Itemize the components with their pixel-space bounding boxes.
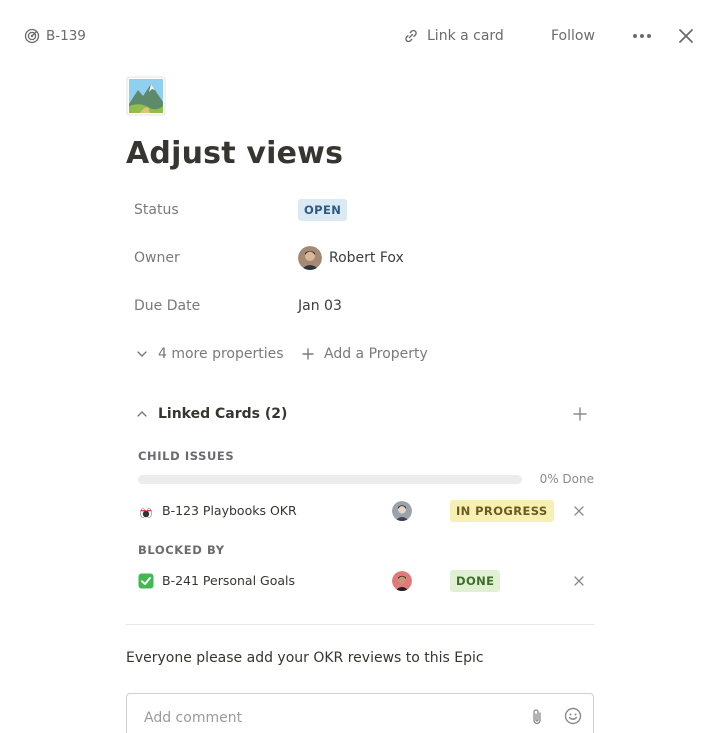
linked-issue-name[interactable]: B-123 Playbooks OKR xyxy=(162,503,297,518)
bowling-pins-icon xyxy=(140,508,152,518)
chevron-up-icon xyxy=(137,411,147,417)
link-card-label: Link a card xyxy=(427,28,504,44)
linked-cards-toggle[interactable]: Linked Cards (2) xyxy=(134,402,287,426)
progress-text: 0% Done xyxy=(539,472,594,486)
linked-issue-row[interactable]: B-123 Playbooks OKR IN PROGRESS xyxy=(138,498,594,524)
close-button[interactable] xyxy=(676,26,696,46)
close-icon xyxy=(679,29,693,43)
plus-icon xyxy=(302,348,314,360)
status-badge[interactable]: DONE xyxy=(450,570,501,592)
more-options-button[interactable] xyxy=(632,26,652,46)
comment-input[interactable] xyxy=(144,708,504,728)
status-label: Status xyxy=(134,202,179,218)
card-id-label: B-139 xyxy=(46,28,86,44)
target-icon xyxy=(24,28,40,44)
assignee-avatar[interactable] xyxy=(392,501,412,521)
card-id[interactable]: B-139 xyxy=(24,26,86,46)
add-property-button[interactable]: Add a Property xyxy=(300,342,428,366)
owner-name: Robert Fox xyxy=(329,250,404,266)
card-description[interactable]: Everyone please add your OKR reviews to … xyxy=(126,650,484,666)
owner-avatar[interactable] xyxy=(298,246,322,270)
child-issues-progress-bar xyxy=(138,475,522,484)
card-header: B-139 Link a card Follow xyxy=(0,0,720,72)
plus-icon xyxy=(573,407,587,421)
close-icon xyxy=(574,576,584,586)
card-cover-icon[interactable] xyxy=(126,76,166,116)
chevron-down-icon xyxy=(137,351,147,357)
assignee-avatar[interactable] xyxy=(392,571,412,591)
link-card-button[interactable]: Link a card xyxy=(403,26,504,46)
add-property-label: Add a Property xyxy=(324,346,428,362)
close-icon xyxy=(574,506,584,516)
divider xyxy=(126,624,594,625)
green-check-icon xyxy=(138,573,154,589)
status-value[interactable]: OPEN xyxy=(298,198,348,222)
status-badge[interactable]: IN PROGRESS xyxy=(450,500,554,522)
more-dots-icon xyxy=(633,34,651,38)
mountain-landscape-icon xyxy=(126,76,166,116)
comment-box xyxy=(126,693,594,733)
link-icon xyxy=(405,29,417,43)
due-date-label: Due Date xyxy=(134,298,201,314)
remove-link-button[interactable] xyxy=(572,574,586,588)
more-properties-label: 4 more properties xyxy=(158,346,284,362)
owner-label: Owner xyxy=(134,250,180,266)
remove-link-button[interactable] xyxy=(572,504,586,518)
paperclip-icon[interactable] xyxy=(529,708,545,726)
add-linked-card-button[interactable] xyxy=(570,404,590,424)
blocked-by-label: BLOCKED BY xyxy=(138,543,225,557)
linked-issue-row[interactable]: B-241 Personal Goals DONE xyxy=(138,568,594,594)
status-badge[interactable]: OPEN xyxy=(298,199,348,221)
due-date-value[interactable]: Jan 03 xyxy=(298,294,342,318)
linked-cards-title: Linked Cards (2) xyxy=(158,406,288,422)
emoji-icon[interactable] xyxy=(564,707,582,725)
follow-button[interactable]: Follow xyxy=(551,26,595,46)
owner-value[interactable]: Robert Fox xyxy=(298,246,404,270)
linked-issue-name[interactable]: B-241 Personal Goals xyxy=(162,573,295,588)
more-properties-toggle[interactable]: 4 more properties xyxy=(134,342,284,366)
card-title[interactable]: Adjust views xyxy=(126,136,343,171)
child-issues-label: CHILD ISSUES xyxy=(138,449,235,463)
